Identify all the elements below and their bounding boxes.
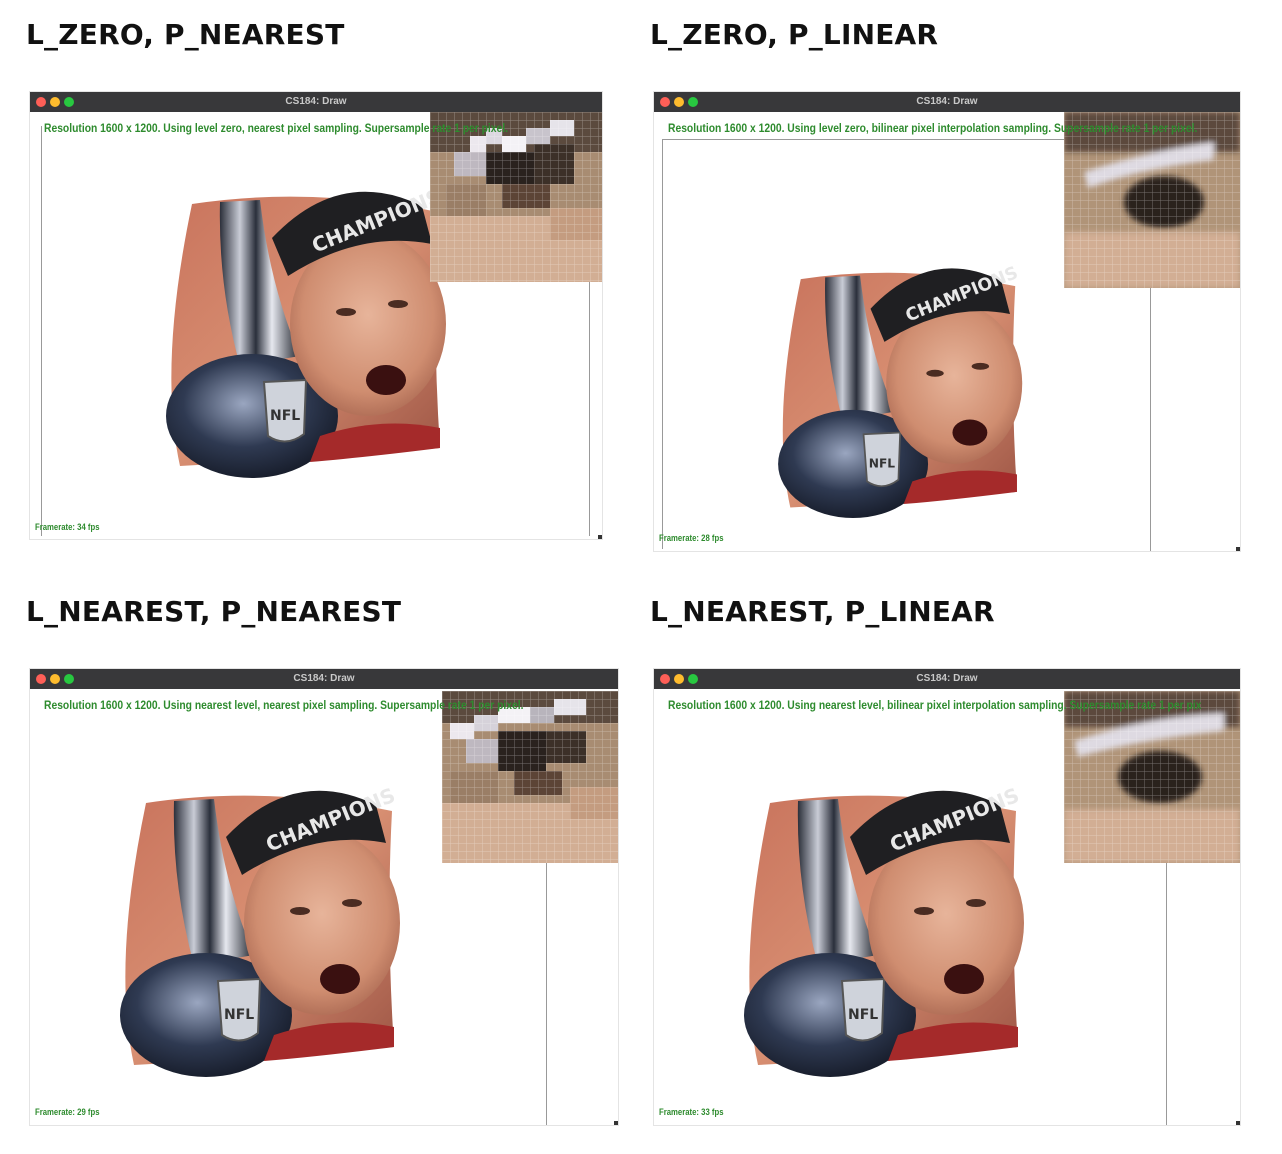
status-text: Resolution 1600 x 1200. Using nearest le… <box>44 698 524 712</box>
status-text: Resolution 1600 x 1200. Using level zero… <box>668 121 1198 135</box>
zoom-pixels-nearest <box>442 691 618 863</box>
maximize-icon[interactable] <box>688 674 698 684</box>
zoom-inset <box>1064 691 1240 863</box>
nfl-logo-text: NFL <box>848 1007 878 1023</box>
window-title: CS184: Draw <box>293 673 355 684</box>
eye-right <box>388 300 408 308</box>
zoom-inset <box>430 112 602 282</box>
close-icon[interactable] <box>36 674 46 684</box>
mouth <box>366 365 406 395</box>
window-titlebar[interactable]: CS184: Draw <box>654 669 1240 689</box>
eye-left <box>336 308 356 316</box>
window-title: CS184: Draw <box>285 96 347 107</box>
warped-photo: NFL CHAMPIONS <box>166 184 446 478</box>
guide-line-left <box>41 126 42 536</box>
framerate-text: Framerate: 28 fps <box>659 533 724 543</box>
panel-heading: L_NEAREST, P_NEAREST <box>26 595 402 628</box>
eye-right <box>342 899 362 907</box>
window-titlebar[interactable]: CS184: Draw <box>30 669 618 689</box>
framerate-text: Framerate: 34 fps <box>35 522 100 532</box>
panel-heading: L_NEAREST, P_LINEAR <box>650 595 995 628</box>
app-window: CS184: Draw Resolution 1600 x 1200. Usin… <box>654 92 1240 551</box>
resize-handle[interactable] <box>614 1121 618 1125</box>
close-icon[interactable] <box>36 97 46 107</box>
close-icon[interactable] <box>660 674 670 684</box>
maximize-icon[interactable] <box>64 674 74 684</box>
panel-heading: L_ZERO, P_LINEAR <box>650 18 939 51</box>
guide-line-right <box>589 282 590 536</box>
mouth <box>952 419 988 446</box>
guide-line-left <box>662 139 663 549</box>
resize-handle[interactable] <box>1236 547 1240 551</box>
maximize-icon[interactable] <box>64 97 74 107</box>
nfl-logo-text: NFL <box>270 408 300 424</box>
panel-l-zero-p-linear: L_ZERO, P_LINEAR CS184: Draw Resolution … <box>641 0 1282 577</box>
panel-l-zero-p-nearest: L_ZERO, P_NEAREST CS184: Draw Resolution… <box>0 0 641 577</box>
framerate-text: Framerate: 29 fps <box>35 1107 100 1117</box>
warped-photo: NFL CHAMPIONS <box>744 783 1024 1077</box>
minimize-icon[interactable] <box>50 97 60 107</box>
window-titlebar[interactable]: CS184: Draw <box>30 92 602 112</box>
resize-handle[interactable] <box>1236 1121 1240 1125</box>
panel-l-nearest-p-linear: L_NEAREST, P_LINEAR CS184: Draw Resoluti… <box>641 577 1282 1154</box>
minimize-icon[interactable] <box>50 674 60 684</box>
zoom-inset <box>442 691 618 863</box>
eye-left <box>926 369 944 377</box>
warped-photo: NFL CHAMPIONS <box>120 783 400 1077</box>
eye-left <box>290 907 310 915</box>
eye-left <box>914 907 934 915</box>
framerate-text: Framerate: 33 fps <box>659 1107 724 1117</box>
zoom-pixels-linear <box>1064 112 1240 288</box>
app-window: CS184: Draw Resolution 1600 x 1200. Usin… <box>30 92 602 539</box>
mouth <box>320 964 360 994</box>
window-title: CS184: Draw <box>916 673 978 684</box>
resize-handle[interactable] <box>598 535 602 539</box>
maximize-icon[interactable] <box>688 97 698 107</box>
window-title: CS184: Draw <box>916 96 978 107</box>
guide-line-right <box>546 863 547 1125</box>
minimize-icon[interactable] <box>674 674 684 684</box>
nfl-logo-text: NFL <box>869 456 896 470</box>
guide-line-right <box>1150 288 1151 551</box>
zoom-pixels-linear <box>1064 691 1240 863</box>
zoom-pixels-nearest <box>430 112 602 282</box>
guide-line-right <box>1166 863 1167 1125</box>
guide-line-top <box>662 139 1064 140</box>
warped-photo: NFL CHAMPIONS <box>778 263 1023 518</box>
panel-heading: L_ZERO, P_NEAREST <box>26 18 345 51</box>
mouth <box>944 964 984 994</box>
panel-l-nearest-p-nearest: L_NEAREST, P_NEAREST CS184: Draw Resolut… <box>0 577 641 1154</box>
window-titlebar[interactable]: CS184: Draw <box>654 92 1240 112</box>
zoom-inset <box>1064 112 1240 288</box>
app-window: CS184: Draw Resolution 1600 x 1200. Usin… <box>30 669 618 1125</box>
nfl-logo-text: NFL <box>224 1007 254 1023</box>
app-window: CS184: Draw Resolution 1600 x 1200. Usin… <box>654 669 1240 1125</box>
status-text: Resolution 1600 x 1200. Using nearest le… <box>668 698 1202 712</box>
minimize-icon[interactable] <box>674 97 684 107</box>
close-icon[interactable] <box>660 97 670 107</box>
eye-right <box>971 362 990 370</box>
status-text: Resolution 1600 x 1200. Using level zero… <box>44 121 509 135</box>
eye-right <box>966 899 986 907</box>
